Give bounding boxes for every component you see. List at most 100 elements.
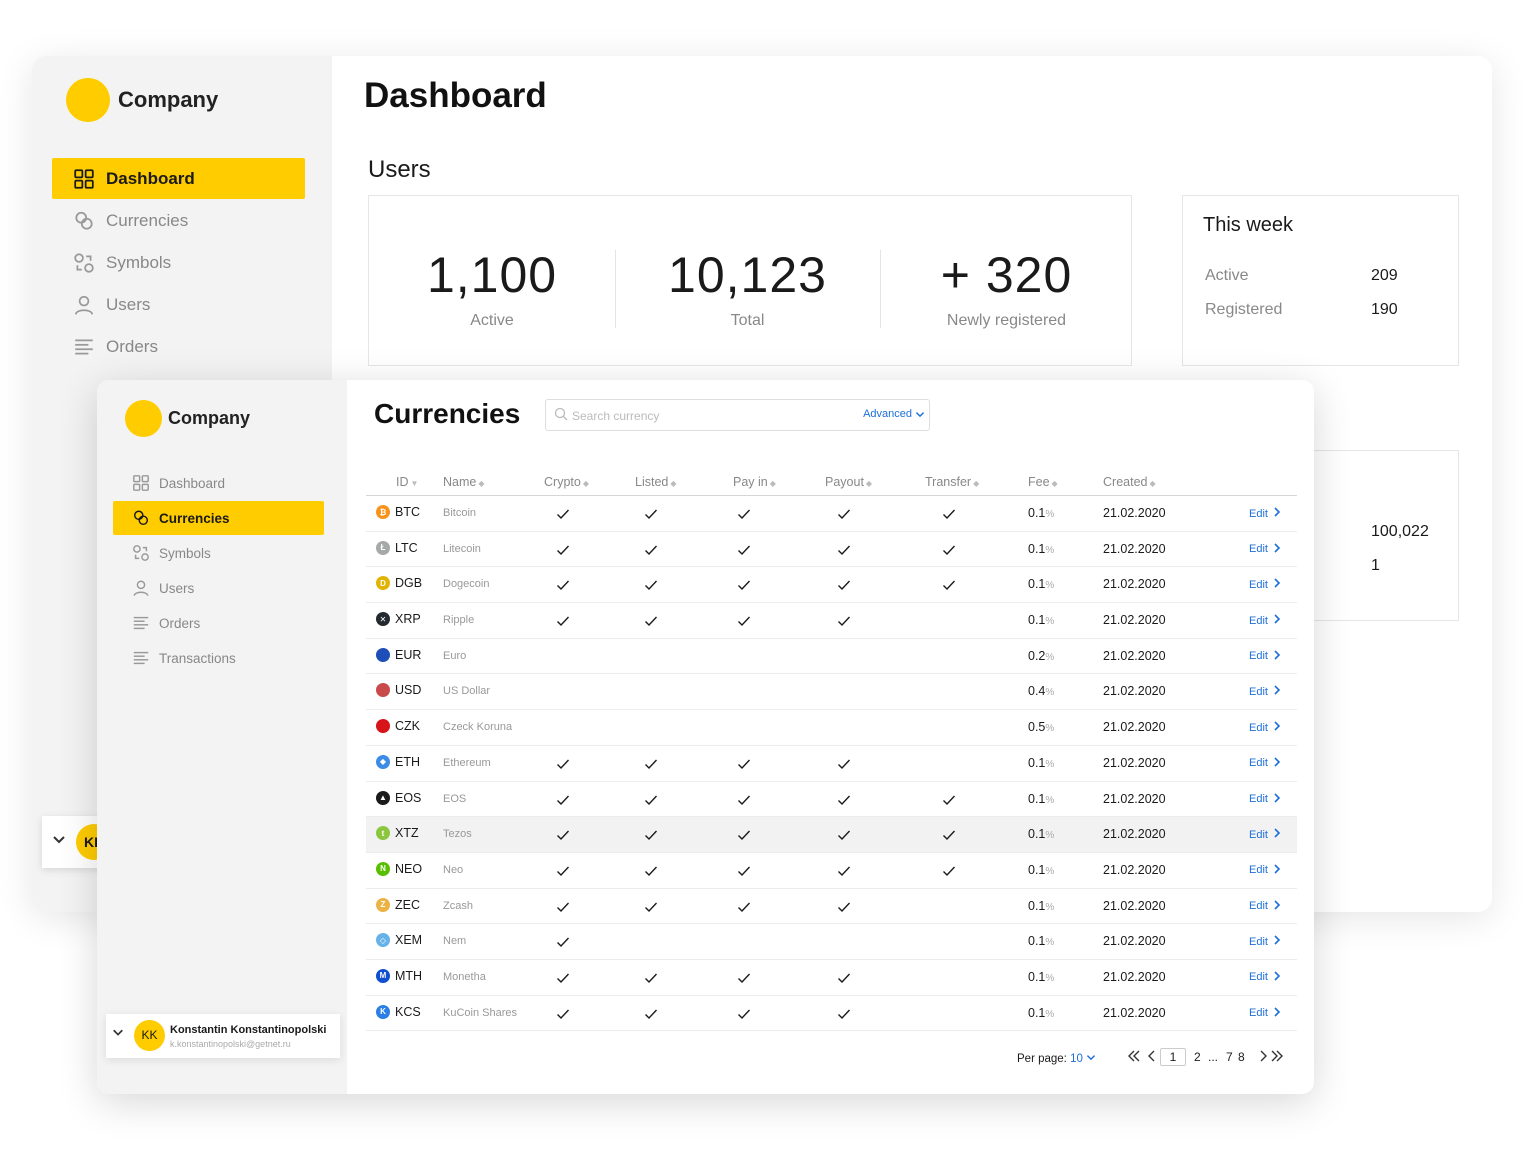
last-page-icon[interactable] — [1270, 1050, 1284, 1065]
column-header-id[interactable]: ID ▼ — [396, 475, 418, 489]
column-header-name[interactable]: Name ◆ — [443, 475, 485, 489]
brand-logo[interactable]: Company — [66, 78, 218, 122]
table-row[interactable]: ◆ ETH Ethereum 0.1% 21.02.2020 Edit — [366, 746, 1297, 782]
created-date: 21.02.2020 — [1103, 827, 1166, 842]
list-icon — [72, 335, 96, 359]
edit-link[interactable]: Edit — [1249, 685, 1281, 698]
table-row[interactable]: N NEO Neo 0.1% 21.02.2020 Edit — [366, 853, 1297, 889]
prev-page-icon[interactable] — [1147, 1050, 1157, 1065]
edit-link[interactable]: Edit — [1249, 971, 1281, 984]
page-1[interactable]: 1 — [1160, 1048, 1186, 1066]
table-row[interactable]: Z ZEC Zcash 0.1% 21.02.2020 Edit — [366, 889, 1297, 925]
sidebar-item-currencies[interactable]: Currencies — [113, 501, 324, 535]
edit-label: Edit — [1249, 828, 1268, 841]
edit-link[interactable]: Edit — [1249, 828, 1281, 841]
sidebar-item-orders[interactable]: Orders — [52, 326, 305, 367]
sidebar-item-transactions[interactable]: Transactions — [113, 641, 324, 675]
advanced-search-toggle[interactable]: Advanced — [863, 408, 925, 420]
edit-link[interactable]: Edit — [1249, 650, 1281, 663]
table-row[interactable]: D DGB Dogecoin 0.1% 21.02.2020 Edit — [366, 567, 1297, 604]
chevron-right-icon — [1268, 507, 1281, 520]
table-row[interactable]: ◇ XEM Nem 0.1% 21.02.2020 Edit — [366, 924, 1297, 960]
table-row[interactable]: ▲ EOS EOS 0.1% 21.02.2020 Edit — [366, 782, 1297, 818]
currency-name: Neo — [443, 863, 464, 876]
edit-link[interactable]: Edit — [1249, 757, 1281, 770]
user-menu[interactable]: KK — [42, 816, 112, 868]
page-7[interactable]: 7 — [1226, 1050, 1233, 1064]
currency-code: XRP — [395, 612, 421, 627]
sidebar-item-dashboard[interactable]: Dashboard — [113, 466, 324, 500]
sidebar-item-dashboard[interactable]: Dashboard — [52, 158, 305, 199]
table-header: ID ▼ Name ◆ Crypto ◆ Listed ◆ Pay in ◆ Payout ◆ Tran… — [366, 470, 1297, 496]
column-header-crypto[interactable]: Crypto ◆ — [544, 475, 589, 489]
fee-value: 0.1% — [1028, 506, 1054, 520]
column-header-listed[interactable]: Listed ◆ — [635, 475, 677, 489]
column-header-payin[interactable]: Pay in ◆ — [733, 475, 776, 489]
table-row[interactable]: Ł LTC Litecoin 0.1% 21.02.2020 Edit — [366, 532, 1297, 568]
edit-link[interactable]: Edit — [1249, 578, 1281, 591]
column-header-payout[interactable]: Payout ◆ — [825, 475, 872, 489]
currency-name: Zcash — [443, 899, 473, 912]
sidebar-item-label: Dashboard — [106, 168, 195, 188]
table-row[interactable]: t XTZ Tezos 0.1% 21.02.2020 Edit — [366, 817, 1297, 853]
check-icon — [644, 828, 658, 842]
fee-number: 0.1 — [1028, 577, 1046, 592]
page-2[interactable]: 2 — [1194, 1050, 1201, 1064]
sidebar-item-symbols[interactable]: Symbols — [52, 242, 305, 283]
chevron-right-icon — [1268, 578, 1281, 591]
per-page-select[interactable]: Per page: 10 — [1017, 1052, 1096, 1065]
table-row[interactable]: M MTH Monetha 0.1% 21.02.2020 Edit — [366, 960, 1297, 996]
sort-icon: ◆ — [769, 479, 776, 488]
sidebar-item-users[interactable]: Users — [113, 571, 324, 605]
page-8[interactable]: 8 — [1238, 1050, 1245, 1064]
table-row[interactable]: USD US Dollar 0.4% 21.02.2020 Edit — [366, 674, 1297, 711]
created-date: 21.02.2020 — [1103, 755, 1166, 770]
edit-link[interactable]: Edit — [1249, 935, 1281, 948]
search-input[interactable] — [572, 406, 832, 426]
sidebar-item-currencies[interactable]: Currencies — [52, 200, 305, 241]
edit-link[interactable]: Edit — [1249, 614, 1281, 627]
sidebar: Company Dashboard Currencies Symbols Users O… — [97, 380, 347, 1094]
first-page-icon[interactable] — [1127, 1050, 1141, 1065]
sidebar-item-orders[interactable]: Orders — [113, 606, 324, 640]
edit-link[interactable]: Edit — [1249, 792, 1281, 806]
currency-code: BTC — [395, 505, 420, 519]
column-header-fee[interactable]: Fee ◆ — [1028, 475, 1058, 489]
created-date: 21.02.2020 — [1103, 1005, 1166, 1020]
fee-value: 0.1% — [1028, 863, 1054, 877]
table-row[interactable]: CZK Czeck Koruna 0.5% 21.02.2020 Edit — [366, 710, 1297, 746]
table-row[interactable]: EUR Euro 0.2% 21.02.2020 Edit — [366, 639, 1297, 675]
ltc-icon: Ł — [376, 540, 390, 555]
currency-code: EUR — [395, 647, 422, 662]
edit-link[interactable]: Edit — [1249, 864, 1281, 877]
next-page-icon[interactable] — [1258, 1050, 1268, 1065]
fee-value: 0.1% — [1028, 1006, 1054, 1020]
table-row[interactable]: ✕ XRP Ripple 0.1% 21.02.2020 Edit — [366, 603, 1297, 639]
column-header-created[interactable]: Created ◆ — [1103, 475, 1156, 489]
per-page-label: Per page: — [1017, 1053, 1067, 1065]
brand-logo[interactable]: Company — [125, 400, 250, 437]
sidebar-item-symbols[interactable]: Symbols — [113, 536, 324, 570]
edit-label: Edit — [1249, 614, 1268, 627]
edit-label: Edit — [1249, 578, 1268, 591]
edit-link[interactable]: Edit — [1249, 899, 1281, 913]
dgb-icon: D — [376, 576, 390, 591]
check-icon — [644, 757, 658, 771]
edit-link[interactable]: Edit — [1249, 543, 1281, 556]
table-row[interactable]: K KCS KuCoin Shares 0.1% 21.02.2020 Edit — [366, 996, 1297, 1032]
fee-unit: % — [1045, 723, 1055, 735]
user-menu[interactable]: KK Konstantin Konstantinopolski k.konsta… — [106, 1014, 340, 1058]
edit-link[interactable]: Edit — [1249, 507, 1281, 520]
sidebar-item-users[interactable]: Users — [52, 284, 305, 325]
created-date: 21.02.2020 — [1103, 791, 1166, 806]
sidebar-item-label: Symbols — [159, 545, 211, 561]
check-icon — [942, 828, 956, 842]
search-box: Advanced — [545, 399, 930, 431]
table-row[interactable]: ₿ BTC Bitcoin 0.1% 21.02.2020 Edit — [366, 496, 1297, 532]
column-header-transfer[interactable]: Transfer ◆ — [925, 475, 979, 489]
check-icon — [837, 614, 851, 628]
edit-link[interactable]: Edit — [1249, 721, 1281, 734]
edit-label: Edit — [1249, 900, 1268, 913]
check-icon — [556, 614, 570, 628]
edit-link[interactable]: Edit — [1249, 1007, 1281, 1020]
